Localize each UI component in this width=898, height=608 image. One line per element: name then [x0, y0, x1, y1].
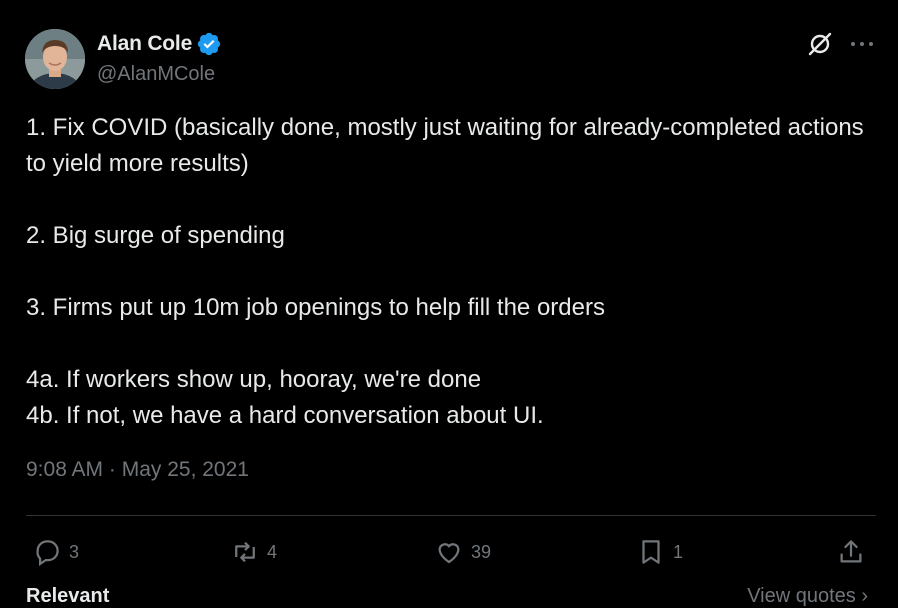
- tweet-timestamp[interactable]: 9:08 AM · May 25, 2021: [26, 458, 249, 482]
- tweet-line: 2. Big surge of spending: [26, 222, 285, 249]
- reply-button[interactable]: 3: [32, 532, 79, 572]
- tweet-line: 4b. If not, we have a hard conversation …: [26, 402, 544, 429]
- tweet-line: 1. Fix COVID (basically done, mostly jus…: [26, 114, 871, 177]
- like-count: 39: [471, 541, 492, 562]
- grok-icon[interactable]: [806, 30, 834, 58]
- share-button[interactable]: [836, 532, 866, 572]
- tweet-line: 3. Firms put up 10m job openings to help…: [26, 294, 605, 321]
- tweet-text: 1. Fix COVID (basically done, mostly jus…: [26, 110, 876, 434]
- bookmark-count: 1: [673, 541, 684, 562]
- tweet-line: [26, 326, 876, 362]
- author-handle[interactable]: @AlanMCole: [97, 63, 215, 86]
- tweet-line: [26, 254, 876, 290]
- share-icon: [840, 540, 862, 563]
- verified-badge-icon: [197, 32, 221, 56]
- repost-icon: [235, 541, 255, 563]
- like-button[interactable]: 39: [434, 532, 491, 572]
- reply-icon: [36, 540, 59, 566]
- bookmark-icon: [642, 540, 660, 564]
- author-name-row[interactable]: Alan Cole: [97, 31, 222, 57]
- bookmark-button[interactable]: 1: [636, 532, 683, 572]
- tweet-line: 4a. If workers show up, hooray, we're do…: [26, 366, 482, 393]
- author-name[interactable]: Alan Cole: [97, 32, 192, 56]
- repost-count: 4: [267, 541, 278, 562]
- reply-count: 3: [69, 541, 80, 562]
- divider: [26, 515, 876, 516]
- repost-button[interactable]: 4: [230, 532, 277, 572]
- action-bar: 3 4 39 1: [26, 532, 876, 572]
- more-icon[interactable]: [848, 33, 876, 55]
- like-icon: [438, 543, 460, 564]
- tweet-line: [26, 182, 876, 218]
- avatar[interactable]: [25, 29, 85, 89]
